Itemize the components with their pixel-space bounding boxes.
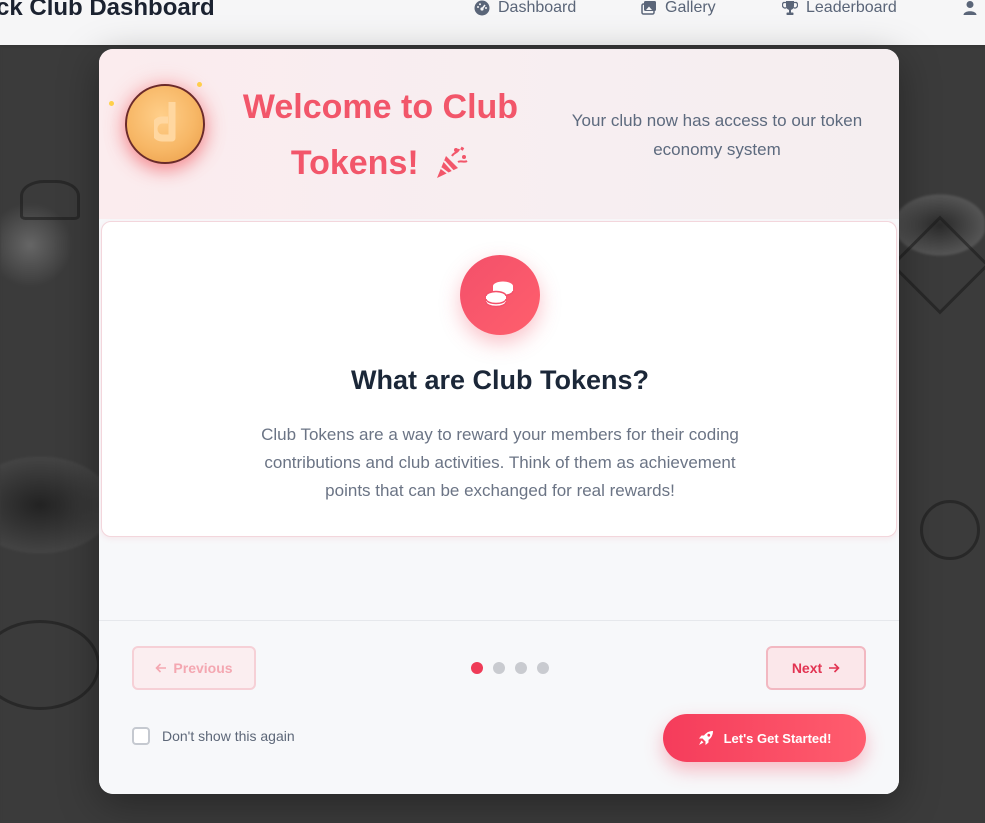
- nav-item-label: Gallery: [665, 0, 716, 16]
- brand-title: ck Club Dashboard: [0, 0, 215, 21]
- nav-item-gallery[interactable]: Gallery: [641, 0, 716, 19]
- welcome-title: Welcome to Club Tokens!: [219, 79, 542, 191]
- next-button-label: Next: [791, 660, 823, 676]
- nav-item-label: Dashboard: [498, 0, 577, 16]
- top-navigation: ck Club Dashboard Dashboard Gallery Lead…: [0, 0, 985, 45]
- coin-illustration: [107, 77, 217, 177]
- step-card: What are Club Tokens? Club Tokens are a …: [101, 221, 897, 537]
- get-started-button[interactable]: Let's Get Started!: [663, 714, 866, 762]
- welcome-subtitle: Your club now has access to our token ec…: [571, 111, 863, 159]
- rocket-icon: [698, 731, 713, 745]
- party-popper-icon: [437, 146, 468, 178]
- next-button[interactable]: Next: [766, 646, 866, 690]
- nav-item-dashboard[interactable]: Dashboard: [474, 0, 576, 19]
- nav-item-leaderboard[interactable]: Leaderboard: [782, 0, 897, 19]
- gallery-images-icon: [641, 1, 656, 15]
- coin-icon: [125, 84, 205, 164]
- dont-show-label: Don't show this again: [162, 728, 295, 744]
- arrow-left-icon: [155, 663, 167, 673]
- coin-glyph: [154, 102, 176, 142]
- dashboard-gauge-icon: [474, 0, 490, 16]
- welcome-title-line1: Welcome to Club: [242, 88, 519, 126]
- welcome-title-line2: Tokens!: [290, 144, 419, 182]
- user-icon: [963, 1, 977, 15]
- modal-header: Welcome to Club Tokens! Your club now ha…: [99, 49, 899, 219]
- nav-item-label: Leaderboard: [806, 0, 897, 16]
- onboarding-modal: Welcome to Club Tokens! Your club now ha…: [99, 49, 899, 794]
- coins-stack-icon: [485, 281, 514, 308]
- arrow-right-icon: [829, 663, 840, 673]
- dont-show-checkbox[interactable]: [132, 727, 150, 745]
- previous-button-label: Previous: [173, 660, 233, 676]
- step-description: Club Tokens are a way to reward your mem…: [261, 425, 739, 500]
- step-icon-badge: [460, 255, 540, 335]
- step-title: What are Club Tokens?: [350, 365, 650, 395]
- trophy-icon: [782, 1, 798, 15]
- pagination-dot-3[interactable]: [515, 662, 527, 674]
- user-menu-button[interactable]: [962, 0, 978, 19]
- pagination-dot-1[interactable]: [471, 662, 483, 674]
- modal-footer: Previous Next Don't show this again Let'…: [99, 620, 899, 794]
- background-doodle: [20, 180, 80, 220]
- step-pagination: [471, 662, 549, 674]
- sparkle: [197, 82, 202, 87]
- previous-button[interactable]: Previous: [132, 646, 256, 690]
- get-started-label: Let's Get Started!: [723, 730, 832, 746]
- pagination-dot-4[interactable]: [537, 662, 549, 674]
- pagination-dot-2[interactable]: [493, 662, 505, 674]
- background-doodle: [920, 500, 980, 560]
- dont-show-again[interactable]: Don't show this again: [132, 727, 295, 745]
- sparkle: [109, 101, 114, 106]
